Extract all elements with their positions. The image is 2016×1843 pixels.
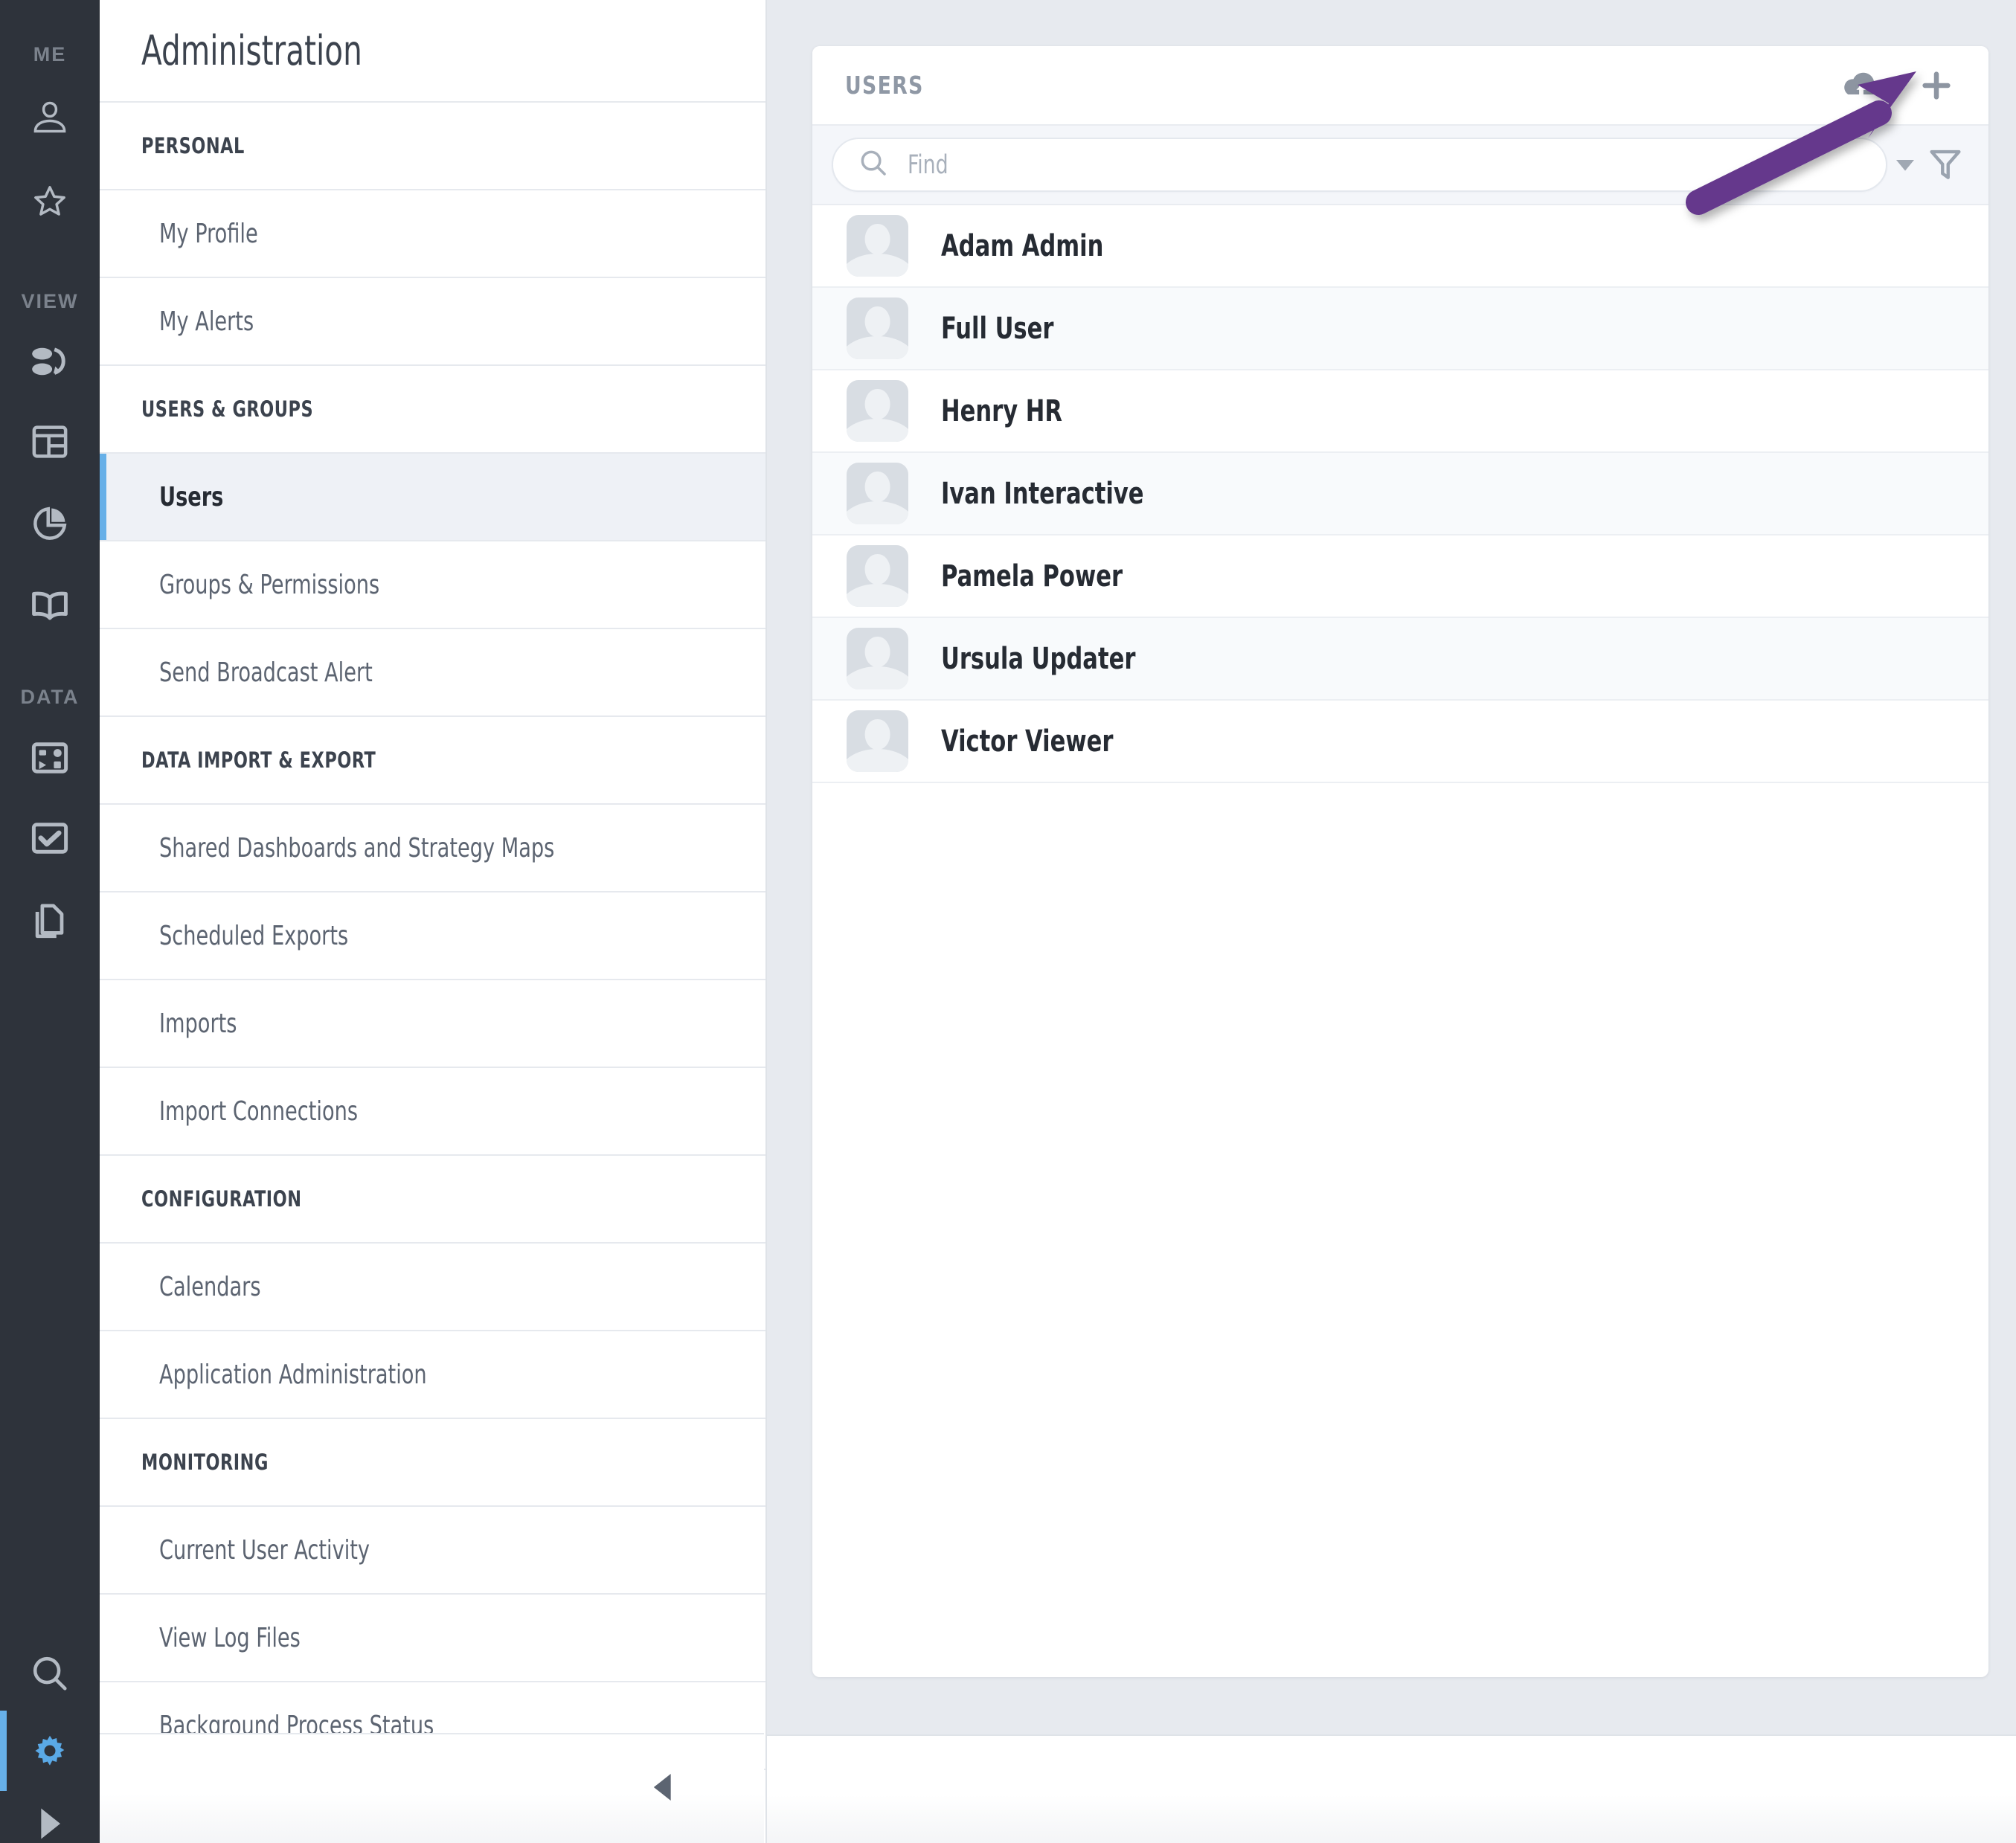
main-bottom-bar bbox=[767, 1734, 2016, 1843]
task-check-icon[interactable] bbox=[0, 798, 100, 878]
sidebar-item-label: Send Broadcast Alert bbox=[159, 657, 373, 688]
nav-section-label: PERSONAL bbox=[141, 133, 245, 158]
user-name: Full User bbox=[941, 311, 1054, 346]
sidebar-item-groups-permissions[interactable]: Groups & Permissions bbox=[100, 541, 765, 629]
gear-icon[interactable] bbox=[0, 1711, 100, 1791]
users-panel-header: USERS bbox=[812, 46, 1988, 126]
add-user-icon[interactable] bbox=[1917, 66, 1956, 105]
table-row[interactable]: Ivan Interactive bbox=[812, 453, 1988, 535]
user-name: Ivan Interactive bbox=[941, 476, 1144, 511]
page-title-text: Administration bbox=[141, 27, 362, 74]
sidebar-item-label: Users bbox=[159, 481, 224, 512]
documents-icon[interactable] bbox=[0, 881, 100, 962]
users-panel: USERS Find Adam Admin Full User Henry HR… bbox=[812, 46, 1988, 1677]
sidebar-item-label: View Log Files bbox=[159, 1622, 301, 1653]
table-row[interactable]: Henry HR bbox=[812, 370, 1988, 453]
table-row[interactable]: Ursula Updater bbox=[812, 618, 1988, 701]
sidebar-item-send-broadcast-alert[interactable]: Send Broadcast Alert bbox=[100, 629, 765, 717]
sidebar-item-view-log-files[interactable]: View Log Files bbox=[100, 1595, 765, 1682]
search-icon[interactable] bbox=[0, 1633, 100, 1714]
sidebar-collapse-button[interactable] bbox=[100, 1733, 764, 1843]
rail-group-label-data: DATA bbox=[20, 686, 80, 708]
nav-section-data-import-export: DATA IMPORT & EXPORT bbox=[100, 717, 765, 805]
sidebar-item-label: Current User Activity bbox=[159, 1534, 370, 1566]
avatar bbox=[847, 297, 908, 359]
left-icon-rail: ME VIEW DATA bbox=[0, 0, 100, 1843]
user-name: Adam Admin bbox=[941, 228, 1104, 263]
sidebar-item-my-alerts[interactable]: My Alerts bbox=[100, 278, 765, 366]
sidebar-item-scheduled-exports[interactable]: Scheduled Exports bbox=[100, 892, 765, 980]
user-icon[interactable] bbox=[0, 78, 100, 158]
nav-section-configuration: CONFIGURATION bbox=[100, 1156, 765, 1244]
sidebar-nav: PERSONAL My Profile My Alerts USERS & GR… bbox=[100, 103, 765, 1770]
filter-funnel-icon[interactable] bbox=[1923, 147, 1968, 184]
user-name: Ursula Updater bbox=[941, 641, 1136, 676]
rail-group-label-view: VIEW bbox=[21, 290, 79, 312]
search-icon bbox=[857, 147, 890, 183]
avatar bbox=[847, 545, 908, 607]
sidebar-item-label: Shared Dashboards and Strategy Maps bbox=[159, 832, 555, 863]
users-panel-title: USERS bbox=[845, 71, 924, 100]
sidebar-item-label: My Profile bbox=[159, 218, 258, 249]
sidebar-item-label: Calendars bbox=[159, 1271, 261, 1302]
table-row[interactable]: Victor Viewer bbox=[812, 701, 1988, 783]
book-icon[interactable] bbox=[0, 565, 100, 646]
nav-section-label: MONITORING bbox=[141, 1450, 269, 1475]
search-input-placeholder: Find bbox=[908, 149, 948, 180]
nav-section-personal: PERSONAL bbox=[100, 103, 765, 190]
avatar bbox=[847, 215, 908, 277]
sidebar-item-application-administration[interactable]: Application Administration bbox=[100, 1331, 765, 1419]
page-title: Administration bbox=[100, 0, 765, 103]
collapse-left-arrow-icon bbox=[649, 1772, 675, 1807]
avatar bbox=[847, 380, 908, 442]
administration-sidebar: Administration PERSONAL My Profile My Al… bbox=[100, 0, 767, 1843]
pie-chart-icon[interactable] bbox=[0, 483, 100, 564]
sidebar-item-label: Application Administration bbox=[159, 1359, 427, 1390]
nav-section-users-groups: USERS & GROUPS bbox=[100, 366, 765, 454]
sidebar-item-imports[interactable]: Imports bbox=[100, 980, 765, 1068]
sidebar-item-label: Scheduled Exports bbox=[159, 920, 349, 951]
table-row[interactable]: Pamela Power bbox=[812, 535, 1988, 618]
rail-group-label-me: ME bbox=[33, 43, 67, 65]
play-expand-icon[interactable] bbox=[0, 1784, 100, 1843]
user-name: Pamela Power bbox=[941, 559, 1123, 594]
user-name: Henry HR bbox=[941, 393, 1062, 428]
avatar bbox=[847, 710, 908, 772]
sidebar-item-calendars[interactable]: Calendars bbox=[100, 1244, 765, 1331]
table-row[interactable]: Full User bbox=[812, 288, 1988, 370]
main-content-area: USERS Find Adam Admin Full User Henry HR… bbox=[767, 0, 2016, 1734]
table-row[interactable]: Adam Admin bbox=[812, 205, 1988, 288]
sidebar-item-label: Imports bbox=[159, 1008, 237, 1039]
nav-section-label: DATA IMPORT & EXPORT bbox=[141, 747, 376, 773]
dashboard-icon[interactable] bbox=[0, 402, 100, 482]
nav-section-label: CONFIGURATION bbox=[141, 1186, 302, 1212]
star-icon[interactable] bbox=[0, 161, 100, 242]
nav-section-monitoring: MONITORING bbox=[100, 1419, 765, 1507]
sidebar-item-shared-dashboards[interactable]: Shared Dashboards and Strategy Maps bbox=[100, 805, 765, 892]
avatar bbox=[847, 463, 908, 524]
cloud-upload-icon[interactable] bbox=[1840, 69, 1883, 102]
sidebar-item-label: My Alerts bbox=[159, 306, 254, 337]
sidebar-item-my-profile[interactable]: My Profile bbox=[100, 190, 765, 278]
users-search-row: Find bbox=[812, 126, 1988, 205]
avatar bbox=[847, 628, 908, 689]
chevron-down-icon[interactable] bbox=[1887, 158, 1923, 173]
nav-section-label: USERS & GROUPS bbox=[141, 396, 314, 422]
sidebar-item-import-connections[interactable]: Import Connections bbox=[100, 1068, 765, 1156]
app-root: ME VIEW DATA Administration PERSONAL My … bbox=[0, 0, 2016, 1843]
sidebar-item-users[interactable]: Users bbox=[100, 454, 765, 541]
sidebar-item-label: Groups & Permissions bbox=[159, 569, 380, 600]
sidebar-item-label: Import Connections bbox=[159, 1096, 359, 1127]
strategy-map-icon[interactable] bbox=[0, 321, 100, 402]
users-list: Adam Admin Full User Henry HR Ivan Inter… bbox=[812, 205, 1988, 783]
sidebar-item-current-user-activity[interactable]: Current User Activity bbox=[100, 1507, 765, 1595]
users-panel-actions bbox=[1840, 66, 1956, 105]
scorecard-icon[interactable] bbox=[0, 718, 100, 798]
user-name: Victor Viewer bbox=[941, 724, 1114, 759]
search-input[interactable]: Find bbox=[832, 138, 1887, 192]
